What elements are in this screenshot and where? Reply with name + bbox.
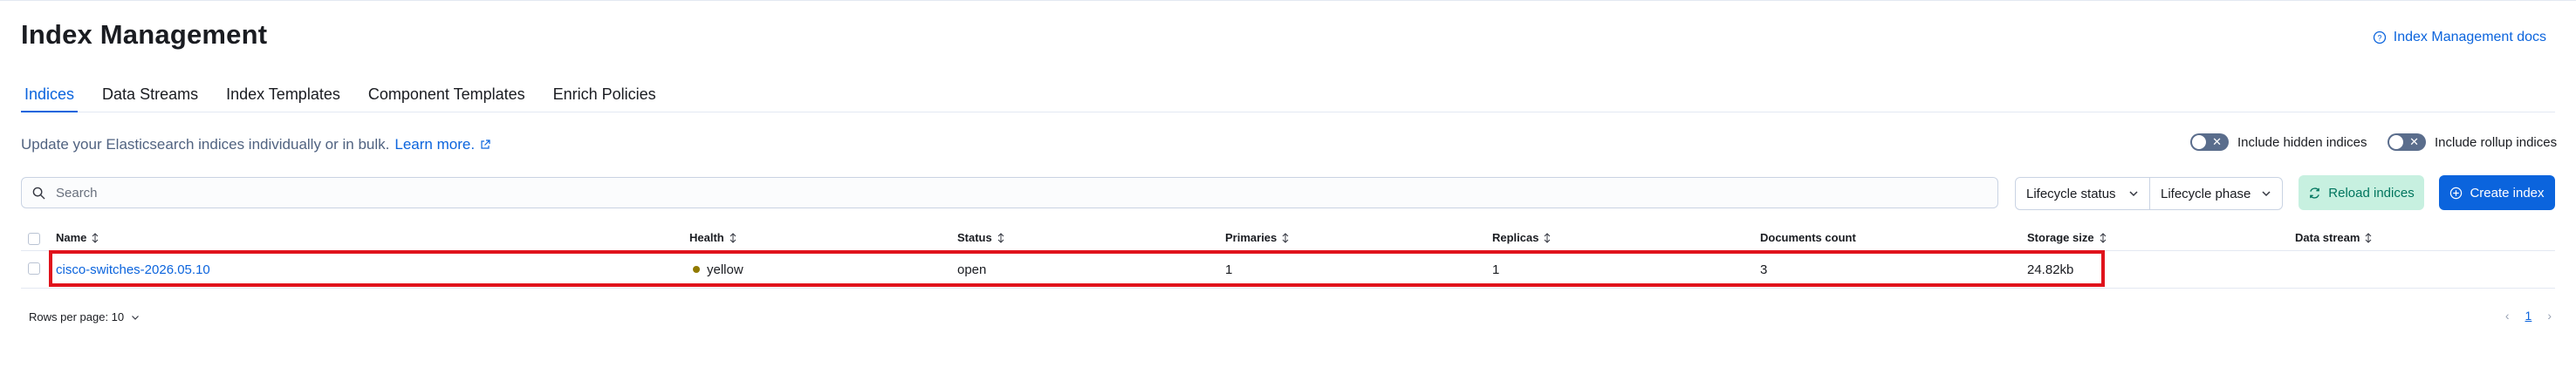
tab-bar: Indices Data Streams Index Templates Com… [21, 78, 2555, 112]
column-header-health[interactable]: Health [689, 231, 737, 244]
create-index-button[interactable]: Create index [2439, 175, 2555, 210]
page-number[interactable]: 1 [2525, 309, 2532, 323]
docs-link-label: Index Management docs [2393, 30, 2546, 44]
table-header: Name Health Status Primaries Replicas Do… [21, 228, 2555, 251]
tab-indices[interactable]: Indices [21, 78, 79, 112]
sort-icon [92, 232, 99, 243]
chevron-down-icon [132, 315, 140, 320]
reload-indices-label: Reload indices [2328, 185, 2415, 201]
chevron-down-icon [2129, 191, 2138, 197]
include-hidden-toggle[interactable]: ✕ [2190, 133, 2229, 151]
lifecycle-phase-filter[interactable]: Lifecycle phase [2149, 177, 2283, 210]
lifecycle-status-filter[interactable]: Lifecycle status [2015, 177, 2150, 210]
page-title: Index Management [21, 19, 268, 50]
sort-icon [997, 232, 1004, 243]
sort-icon [730, 232, 736, 243]
search-icon [32, 187, 45, 200]
column-header-replicas[interactable]: Replicas [1492, 231, 1552, 244]
search-bar [21, 177, 1998, 208]
sort-icon [1282, 232, 1289, 243]
tab-data-streams[interactable]: Data Streams [99, 78, 202, 112]
page-description: Update your Elasticsearch indices indivi… [21, 136, 490, 153]
reload-indices-button[interactable]: Reload indices [2299, 175, 2424, 210]
column-header-storage-size[interactable]: Storage size [2027, 231, 2107, 244]
include-rollup-label: Include rollup indices [2435, 134, 2558, 150]
plus-circle-icon [2450, 187, 2463, 199]
include-hidden-toggle-group: ✕ Include hidden indices [2190, 133, 2367, 151]
column-header-documents-count: Documents count [1760, 231, 1856, 244]
include-rollup-toggle-group: ✕ Include rollup indices [2388, 133, 2557, 151]
row-checkbox[interactable] [28, 262, 40, 275]
tab-index-templates[interactable]: Index Templates [223, 78, 344, 112]
refresh-icon [2310, 187, 2320, 199]
next-page-icon[interactable]: › [2547, 309, 2552, 323]
tab-enrich-policies[interactable]: Enrich Policies [550, 78, 660, 112]
learn-more-label: Learn more. [394, 136, 476, 153]
top-divider [0, 0, 2576, 1]
sort-icon [2100, 232, 2106, 243]
column-header-name[interactable]: Name [56, 231, 99, 244]
create-index-label: Create index [2470, 185, 2545, 201]
svg-text:?: ? [2377, 34, 2381, 43]
row-highlight-box [49, 250, 2105, 287]
include-hidden-label: Include hidden indices [2237, 134, 2367, 150]
lifecycle-status-label: Lifecycle status [2026, 186, 2116, 201]
rows-per-page-label: Rows per page: 10 [29, 310, 125, 323]
previous-page-icon[interactable]: ‹ [2505, 309, 2510, 323]
sort-icon [2366, 232, 2372, 243]
pagination: ‹ 1 › [2505, 309, 2552, 323]
select-all-checkbox[interactable] [28, 233, 40, 245]
column-header-data-stream[interactable]: Data stream [2295, 231, 2373, 244]
external-link-icon [481, 139, 490, 149]
tab-component-templates[interactable]: Component Templates [365, 78, 529, 112]
column-header-status[interactable]: Status [957, 231, 1005, 244]
rows-per-page-selector[interactable]: Rows per page: 10 [29, 310, 140, 323]
help-icon: ? [2373, 31, 2386, 44]
learn-more-link[interactable]: Learn more. [394, 136, 490, 153]
lifecycle-phase-label: Lifecycle phase [2161, 186, 2251, 201]
sort-icon [1545, 232, 1551, 243]
chevron-down-icon [2262, 191, 2271, 197]
search-input[interactable] [54, 184, 1977, 201]
include-rollup-toggle[interactable]: ✕ [2388, 133, 2426, 151]
description-text: Update your Elasticsearch indices indivi… [21, 136, 390, 153]
column-header-primaries[interactable]: Primaries [1225, 231, 1290, 244]
docs-link[interactable]: ? Index Management docs [2373, 30, 2546, 45]
